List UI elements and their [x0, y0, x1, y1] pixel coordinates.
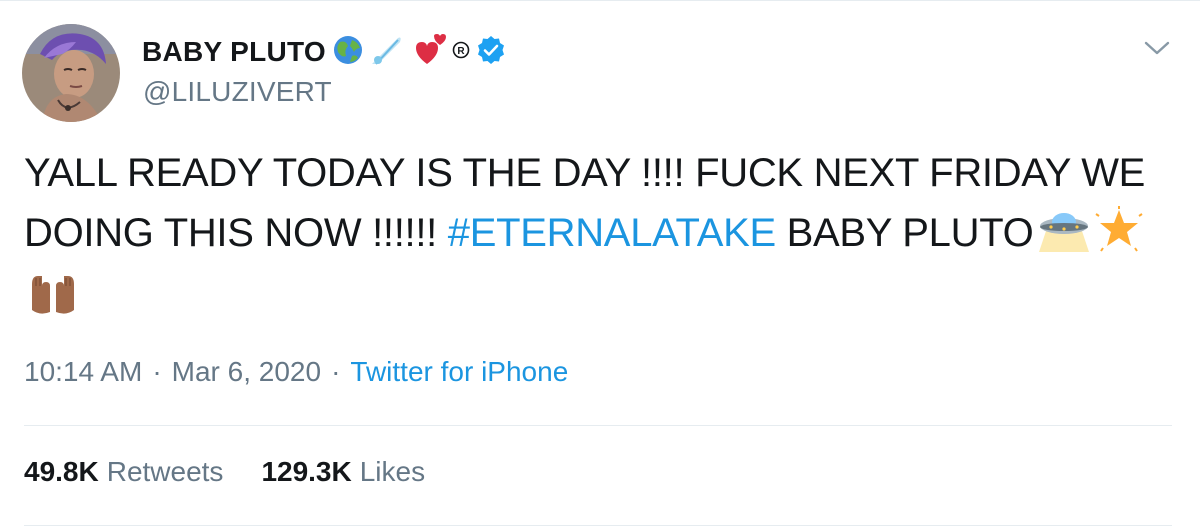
tweet-stats: 49.8K Retweets 129.3K Likes [24, 456, 425, 488]
retweets-stat[interactable]: 49.8K Retweets [24, 456, 223, 488]
avatar[interactable] [22, 24, 120, 122]
tweet-time[interactable]: 10:14 AM [24, 356, 142, 388]
author-handle[interactable]: @LILUZIVERT [143, 76, 332, 108]
tweet-text-part2: BABY PLUTO [775, 211, 1034, 255]
svg-text:R: R [457, 46, 465, 57]
meta-separator: · [331, 356, 341, 387]
tweet-date[interactable]: Mar 6, 2020 [172, 356, 321, 388]
hashtag-link[interactable]: #ETERNALATAKE [448, 211, 776, 255]
palms-up-emoji-icon [28, 272, 78, 335]
likes-count: 129.3K [261, 456, 352, 487]
verified-badge-icon [476, 35, 506, 70]
ufo-emoji-icon [1037, 208, 1091, 269]
glowing-star-emoji-icon [1095, 206, 1143, 269]
divider [24, 425, 1172, 426]
display-name[interactable]: BABY PLUTO [142, 36, 326, 68]
globe-emoji-icon [332, 34, 364, 71]
registered-emoji-icon: R [452, 41, 470, 64]
tweet-card: BABY PLUTO R @LILUZIVERT YALL READY TODA… [0, 0, 1200, 526]
retweets-label: Retweets [106, 456, 224, 487]
hearts-emoji-icon [410, 33, 446, 71]
comet-emoji-icon [370, 34, 404, 71]
tweet-text: YALL READY TODAY IS THE DAY !!!! FUCK NE… [24, 143, 1184, 335]
likes-stat[interactable]: 129.3K Likes [261, 456, 425, 488]
chevron-down-icon[interactable] [1142, 36, 1172, 60]
tweet-meta: 10:14 AM · Mar 6, 2020 · Twitter for iPh… [24, 356, 568, 388]
likes-label: Likes [359, 456, 426, 487]
author-name-row[interactable]: BABY PLUTO R [142, 32, 506, 72]
tweet-source-link[interactable]: Twitter for iPhone [350, 356, 568, 388]
retweets-count: 49.8K [24, 456, 99, 487]
meta-separator: · [152, 356, 162, 387]
